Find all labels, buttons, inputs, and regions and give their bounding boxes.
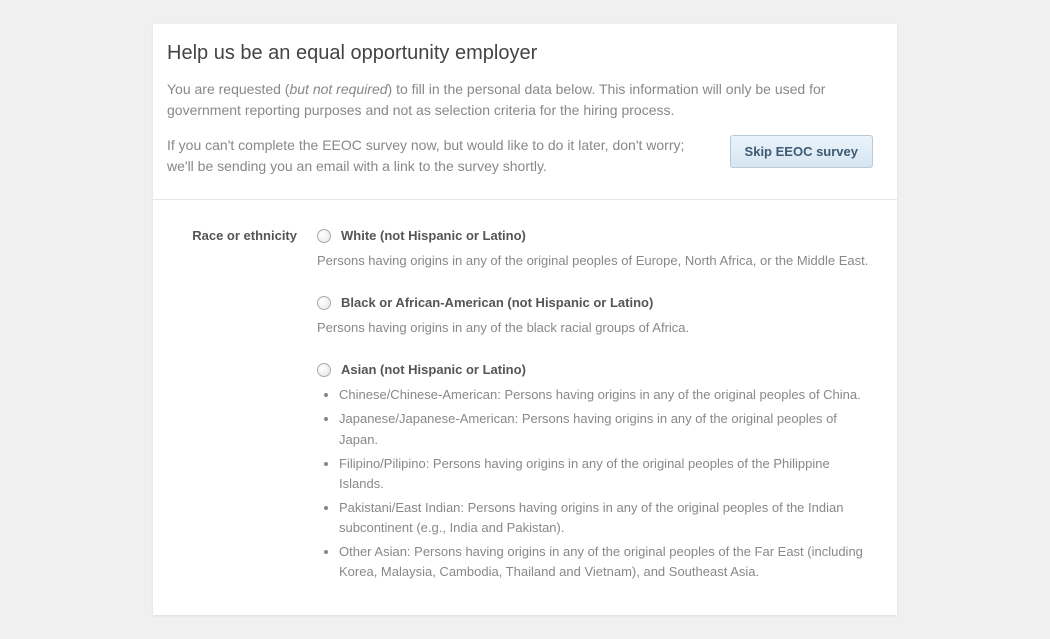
option-desc: Persons having origins in any of the ori… — [317, 251, 873, 271]
list-item: Japanese/Japanese-American: Persons havi… — [339, 409, 873, 449]
list-item: Pakistani/East Indian: Persons having or… — [339, 498, 873, 538]
list-item: Chinese/Chinese-American: Persons having… — [339, 385, 873, 405]
option-title: White (not Hispanic or Latino) — [341, 228, 526, 243]
skip-text: If you can't complete the EEOC survey no… — [167, 135, 706, 177]
list-item: Filipino/Pilipino: Persons having origin… — [339, 454, 873, 494]
option-title: Asian (not Hispanic or Latino) — [341, 362, 526, 377]
option-white: White (not Hispanic or Latino) Persons h… — [317, 228, 873, 271]
asian-sublist: Chinese/Chinese-American: Persons having… — [317, 385, 873, 582]
option-desc: Persons having origins in any of the bla… — [317, 318, 873, 338]
radio-asian[interactable] — [317, 363, 331, 377]
skip-eeoc-button[interactable]: Skip EEOC survey — [730, 135, 873, 168]
intro-em: but not required — [289, 81, 387, 97]
race-options: White (not Hispanic or Latino) Persons h… — [317, 228, 873, 587]
form-body: Race or ethnicity White (not Hispanic or… — [153, 200, 897, 615]
eeoc-card: Help us be an equal opportunity employer… — [153, 24, 897, 615]
option-asian: Asian (not Hispanic or Latino) Chinese/C… — [317, 362, 873, 582]
page-title: Help us be an equal opportunity employer — [167, 42, 873, 65]
card-header: Help us be an equal opportunity employer… — [153, 24, 897, 200]
option-title: Black or African-American (not Hispanic … — [341, 295, 653, 310]
list-item: Other Asian: Persons having origins in a… — [339, 542, 873, 582]
option-black: Black or African-American (not Hispanic … — [317, 295, 873, 338]
radio-white[interactable] — [317, 229, 331, 243]
intro-text: You are requested (but not required) to … — [167, 79, 873, 121]
intro-pre: You are requested ( — [167, 81, 289, 97]
section-label: Race or ethnicity — [167, 228, 297, 587]
skip-row: If you can't complete the EEOC survey no… — [167, 135, 873, 177]
radio-black[interactable] — [317, 296, 331, 310]
